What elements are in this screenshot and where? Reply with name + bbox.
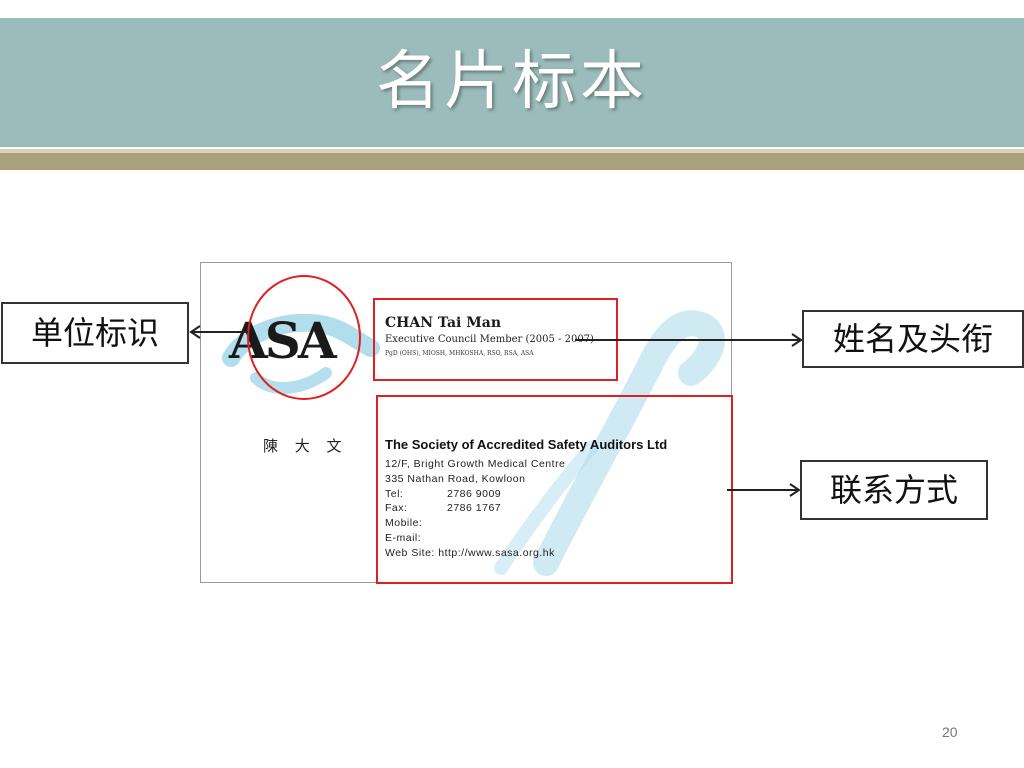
annotation-arrows	[189, 325, 803, 497]
label-contact: 联系方式	[800, 460, 988, 520]
label-org-logo: 单位标识	[1, 302, 189, 364]
page-number: 20	[942, 724, 958, 740]
label-name-title: 姓名及头衔	[802, 310, 1024, 368]
